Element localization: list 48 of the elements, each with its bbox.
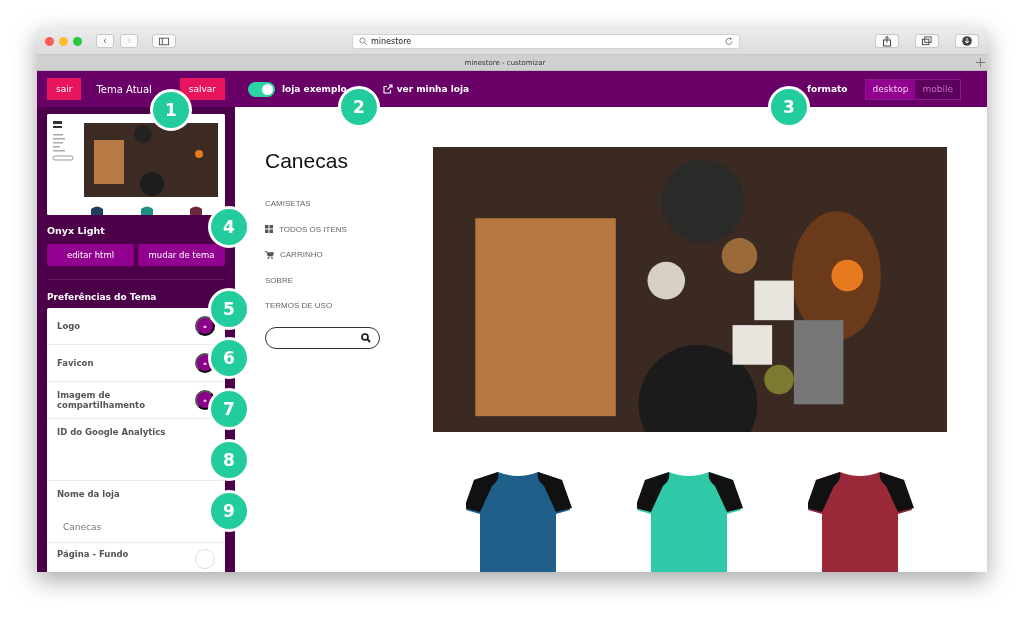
section-title: Preferências do Tema [47, 292, 158, 302]
reload-icon[interactable] [725, 37, 733, 45]
search-icon [359, 37, 367, 45]
preference-label: Favicon [57, 358, 95, 368]
external-link-icon [382, 84, 393, 94]
preference-label: Logo [57, 321, 82, 331]
format-option[interactable]: mobile [915, 79, 960, 99]
download-icon [962, 36, 972, 46]
sidebar-icon [159, 36, 169, 46]
nav-link[interactable]: SOBRE [265, 267, 433, 293]
shirt-photo[interactable] [465, 472, 572, 572]
grid-icon [265, 225, 273, 234]
exit-button[interactable]: sair [47, 78, 82, 100]
theme-button[interactable]: mudar de tema [138, 244, 225, 266]
store-title: Canecas [265, 149, 349, 173]
sample-store-toggle[interactable] [248, 81, 275, 97]
share-icon [882, 35, 892, 47]
nav-link[interactable]: TERMOS DE USO [265, 293, 433, 319]
preference-label: Página - Fundo [57, 549, 130, 559]
preference-label: ID do Google Analytics [57, 427, 167, 439]
upload-button[interactable] [195, 316, 215, 336]
tabs-icon [922, 36, 932, 46]
tabs-button[interactable] [915, 34, 939, 48]
preference-label: Nome da loja [57, 489, 121, 501]
new-tab-icon[interactable] [975, 58, 985, 67]
format-option[interactable]: desktop [865, 79, 916, 99]
view-store-link[interactable]: ver minha loja [382, 84, 470, 94]
shirt-photo[interactable] [637, 472, 743, 572]
theme-name: Onyx Light [47, 225, 106, 236]
current-theme-label: Tema Atual [96, 83, 153, 95]
color-swatch[interactable] [195, 549, 215, 569]
sidebar-button[interactable] [152, 34, 176, 48]
text-field[interactable]: Canecas [57, 512, 177, 542]
save-button[interactable]: salvar [179, 78, 225, 100]
forward-icon [127, 36, 131, 46]
share-button[interactable] [875, 34, 899, 48]
back-icon [103, 36, 107, 46]
nav-link[interactable]: CAMISETAS [265, 191, 433, 217]
nav-link[interactable]: TODOS OS ITENS [265, 216, 433, 242]
shirt-photo[interactable] [808, 472, 915, 572]
address-text: minestore [371, 36, 413, 46]
nav-link[interactable]: CARRINHO [265, 242, 433, 268]
preference-label: Imagem de compartilhamento [57, 390, 146, 410]
theme-button[interactable]: editar html [47, 244, 134, 266]
address-bar[interactable]: minestore [352, 33, 740, 49]
search-icon[interactable] [361, 332, 371, 343]
downloads-button[interactable] [955, 34, 979, 48]
cart-icon [265, 250, 274, 259]
